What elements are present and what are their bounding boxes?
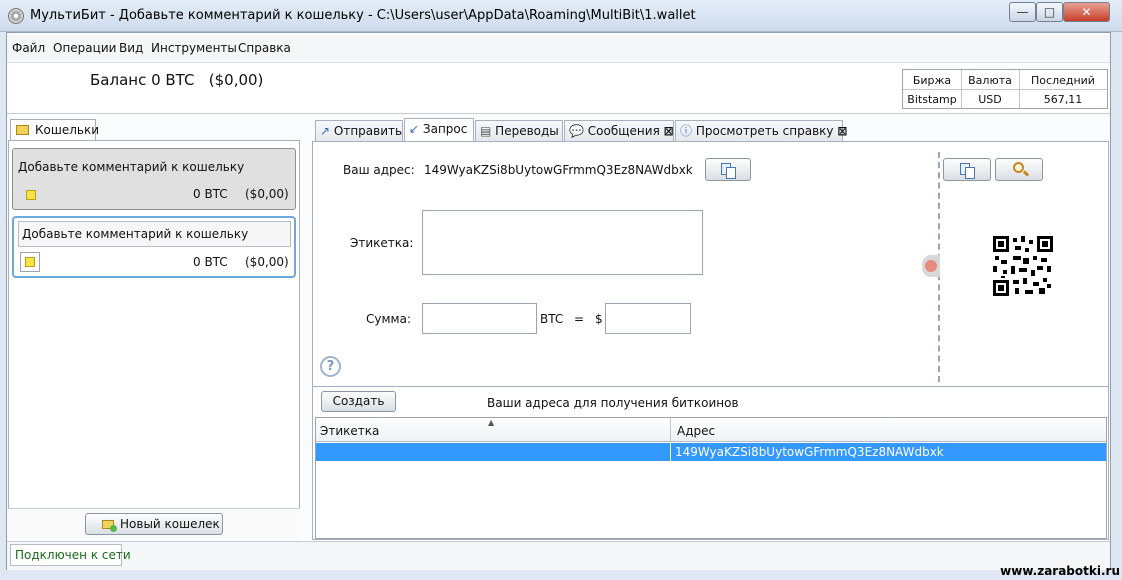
- exchange-value-last: 567,11: [1043, 93, 1083, 106]
- tab-wallets[interactable]: Кошельки: [10, 119, 100, 141]
- wallet-name-field[interactable]: Добавьте комментарий к кошельку: [18, 221, 291, 247]
- zoom-qr-button[interactable]: [995, 158, 1043, 181]
- close-tab-icon[interactable]: ⊠: [664, 124, 674, 138]
- section-divider: [313, 386, 1108, 387]
- tab-wallets-label: Кошельки: [35, 123, 100, 137]
- menu-view[interactable]: Вид: [119, 41, 143, 55]
- new-wallet-button[interactable]: Новый кошелек: [85, 513, 223, 535]
- btc-unit: BTC: [540, 312, 564, 326]
- balance-btc: Баланс 0 BTC: [90, 71, 195, 89]
- new-wallet-label: Новый кошелек: [120, 517, 220, 531]
- exchange-value-currency: USD: [978, 93, 1002, 106]
- label-field-label: Этикетка:: [350, 236, 414, 250]
- connection-status: Подключен к сети: [10, 544, 131, 566]
- balance: Баланс 0 BTC ($0,00): [90, 71, 263, 89]
- copy-qr-button[interactable]: [943, 158, 991, 181]
- tab-send[interactable]: ↗ Отправить: [315, 120, 403, 142]
- amount-label: Сумма:: [366, 312, 411, 326]
- tab-transactions-label: Переводы: [495, 124, 559, 138]
- create-address-button[interactable]: Создать: [321, 391, 396, 412]
- send-icon: ↗: [320, 124, 331, 138]
- tab-request-label: Запрос: [422, 122, 468, 136]
- exchange-header-currency: Валюта: [968, 74, 1012, 87]
- wallets-icon: [16, 125, 29, 135]
- addresses-table: Этикетка ▲ Адрес 149WyaKZSi8bUytowGFrmmQ…: [315, 417, 1107, 539]
- transactions-icon: ▤: [480, 124, 492, 138]
- request-icon: ↙: [409, 122, 420, 136]
- status-bar: [7, 541, 1110, 570]
- collapse-handle[interactable]: [922, 255, 940, 277]
- multibit-logo-icon: [8, 8, 24, 24]
- wallet-name: Добавьте комментарий к кошельку: [18, 160, 245, 174]
- dollar-sign: $: [595, 312, 603, 326]
- wallet-fiat: ($0,00): [245, 255, 289, 269]
- wallet-name: Добавьте комментарий к кошельку: [22, 227, 249, 241]
- tab-help[interactable]: ⓘ Просмотреть справку ⊠: [675, 120, 847, 142]
- exchange-rate-table: Биржа Валюта Последний Bitstamp USD 567,…: [902, 69, 1108, 109]
- address-value: 149WyaKZSi8bUytowGFrmmQ3Ez8NAWdbxk: [424, 163, 693, 177]
- maximize-button[interactable]: □: [1036, 2, 1063, 22]
- qr-code-icon: [993, 236, 1053, 296]
- menu-tools[interactable]: Инструменты: [151, 41, 237, 55]
- row-address: 149WyaKZSi8bUytowGFrmmQ3Ez8NAWdbxk: [675, 445, 944, 459]
- tab-messages[interactable]: 💬 Сообщения ⊠: [564, 120, 674, 142]
- minimize-button[interactable]: —: [1009, 2, 1036, 22]
- menu-file[interactable]: Файл: [12, 41, 45, 55]
- label-input[interactable]: [422, 210, 703, 275]
- tab-send-label: Отправить: [333, 124, 403, 138]
- minus-icon: [925, 260, 937, 272]
- tab-request[interactable]: ↙ Запрос: [404, 118, 474, 142]
- tab-help-label: Просмотреть справку: [695, 124, 834, 138]
- column-header-address[interactable]: Адрес: [677, 424, 715, 438]
- menu-help[interactable]: Справка: [238, 41, 291, 55]
- copy-address-button[interactable]: [705, 158, 751, 181]
- wallet-card-selected[interactable]: Добавьте комментарий к кошельку 0 BTC ($…: [12, 216, 296, 278]
- menu-operations[interactable]: Операции: [53, 41, 116, 55]
- window-title: МультиБит - Добавьте комментарий к кошел…: [30, 8, 696, 23]
- close-button[interactable]: ✕: [1063, 2, 1110, 22]
- exchange-header-last: Последний: [1031, 74, 1095, 87]
- wallet-fiat: ($0,00): [245, 187, 289, 201]
- amount-btc-input[interactable]: [422, 303, 537, 334]
- tab-transactions[interactable]: ▤ Переводы: [475, 120, 563, 142]
- wallet-card[interactable]: Добавьте комментарий к кошельку 0 BTC ($…: [12, 148, 296, 210]
- equals-sign: =: [574, 312, 585, 326]
- exchange-value-exchange: Bitstamp: [907, 93, 957, 106]
- exchange-header-exchange: Биржа: [912, 74, 952, 87]
- help-icon: ⓘ: [680, 124, 693, 138]
- address-label: Ваш адрес:: [343, 163, 415, 177]
- message-icon: 💬: [569, 124, 584, 138]
- qr-code-image: [993, 236, 1053, 296]
- wallet-btc: 0 BTC: [193, 255, 228, 269]
- wallet-btc: 0 BTC: [193, 187, 228, 201]
- close-tab-icon[interactable]: ⊠: [837, 124, 847, 138]
- help-question-icon[interactable]: ?: [320, 356, 341, 377]
- tab-messages-label: Сообщения: [587, 124, 660, 138]
- wallet-icon-button[interactable]: [20, 252, 40, 272]
- column-header-label[interactable]: Этикетка: [320, 424, 379, 438]
- watermark: www.zarabotki.ru: [1000, 564, 1120, 578]
- addresses-title: Ваши адреса для получения биткоинов: [487, 396, 739, 410]
- wallet-icon: [26, 190, 36, 200]
- wallet-icon: [25, 257, 35, 267]
- sort-ascending-icon: ▲: [488, 418, 495, 427]
- table-row[interactable]: 149WyaKZSi8bUytowGFrmmQ3Ez8NAWdbxk: [316, 443, 1106, 461]
- balance-fiat: ($0,00): [208, 71, 264, 89]
- amount-fiat-input[interactable]: [605, 303, 691, 334]
- add-badge-icon: [110, 525, 117, 532]
